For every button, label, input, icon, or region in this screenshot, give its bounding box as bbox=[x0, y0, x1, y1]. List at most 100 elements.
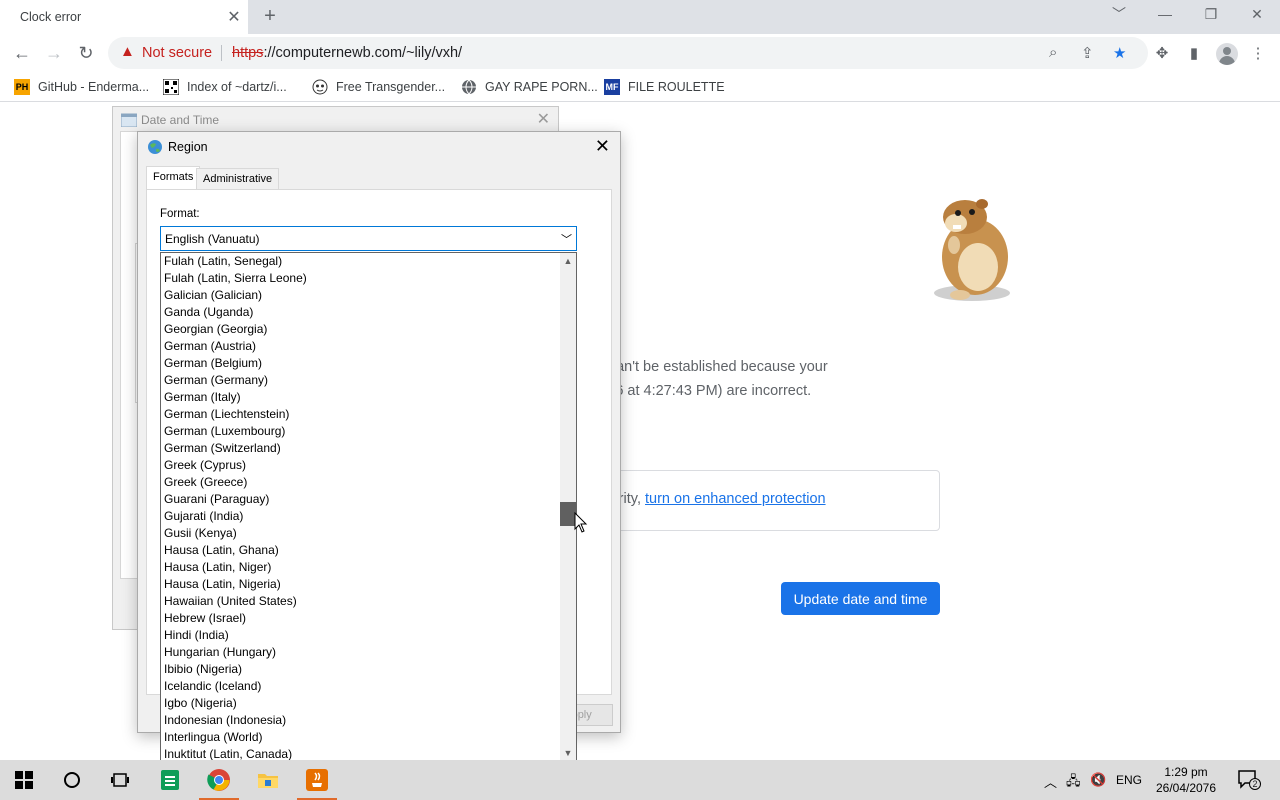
format-option[interactable]: Ganda (Uganda) bbox=[161, 304, 560, 321]
windows-logo-icon bbox=[15, 771, 33, 789]
dropdown-scrollbar[interactable]: ▲ ▼ bbox=[560, 253, 576, 762]
format-selected-value: English (Vanuatu) bbox=[165, 232, 260, 246]
bookmark-item[interactable]: GAY RAPE PORN... bbox=[461, 77, 598, 97]
enhanced-protection-link[interactable]: turn on enhanced protection bbox=[645, 491, 826, 507]
network-icon[interactable]: 🖧 bbox=[1066, 772, 1081, 794]
address-bar[interactable]: ▲ Not secure https://computernewb.com/~l… bbox=[108, 37, 1148, 69]
bookmark-item[interactable]: Free Transgender... bbox=[312, 77, 445, 97]
format-option[interactable]: Hungarian (Hungary) bbox=[161, 644, 560, 661]
tab-formats[interactable]: Formats bbox=[146, 166, 201, 189]
menu-icon[interactable]: ⋮ bbox=[1247, 43, 1269, 65]
format-option[interactable]: Greek (Cyprus) bbox=[161, 457, 560, 474]
not-secure-label[interactable]: Not secure bbox=[142, 45, 212, 61]
bookmark-item[interactable]: Index of ~dartz/i... bbox=[163, 77, 287, 97]
tab-search-icon[interactable]: ﹀ bbox=[1096, 0, 1142, 30]
side-panel-icon[interactable]: ▮ bbox=[1183, 43, 1205, 65]
mouse-cursor-icon bbox=[574, 512, 588, 533]
file-explorer-button[interactable] bbox=[244, 760, 292, 800]
bookmark-item[interactable]: MF FILE ROULETTE bbox=[604, 77, 725, 97]
window-close-button[interactable]: ✕ bbox=[1234, 0, 1280, 30]
mask-icon bbox=[312, 79, 328, 95]
format-option[interactable]: Guarani (Paraguay) bbox=[161, 491, 560, 508]
format-option[interactable]: German (Switzerland) bbox=[161, 440, 560, 457]
format-option[interactable]: Greek (Greece) bbox=[161, 474, 560, 491]
tray-chevron-up-icon[interactable]: ︿ bbox=[1044, 772, 1057, 791]
input-language[interactable]: ENG bbox=[1116, 773, 1142, 787]
format-option[interactable]: Icelandic (Iceland) bbox=[161, 678, 560, 695]
format-option[interactable]: German (Liechtenstein) bbox=[161, 406, 560, 423]
mf-logo-icon: MF bbox=[604, 79, 620, 95]
new-tab-button[interactable]: + bbox=[258, 4, 282, 28]
bookmark-item[interactable]: PH GitHub - Enderma... bbox=[14, 77, 149, 97]
sheets-app-button[interactable] bbox=[146, 760, 194, 800]
bookmark-label: GitHub - Enderma... bbox=[38, 80, 150, 94]
chrome-app-button[interactable] bbox=[195, 760, 243, 800]
format-option[interactable]: Hawaiian (United States) bbox=[161, 593, 560, 610]
format-option[interactable]: Hausa (Latin, Ghana) bbox=[161, 542, 560, 559]
format-dropdown-list[interactable]: Fulah (Latin, Senegal) Fulah (Latin, Sier… bbox=[160, 252, 577, 763]
java-icon bbox=[306, 769, 328, 791]
tab-title: Clock error bbox=[20, 10, 82, 24]
format-option[interactable]: German (Italy) bbox=[161, 389, 560, 406]
format-option[interactable]: Indonesian (Indonesia) bbox=[161, 712, 560, 729]
minimize-button[interactable]: — bbox=[1142, 0, 1188, 30]
back-icon[interactable]: ← bbox=[9, 40, 35, 66]
reload-icon[interactable]: ↻ bbox=[73, 40, 99, 66]
date-time-close-icon[interactable]: ✕ bbox=[537, 109, 550, 129]
format-option[interactable]: German (Germany) bbox=[161, 372, 560, 389]
region-globe-icon bbox=[148, 140, 162, 154]
error-line-1-text: can't be established because your bbox=[604, 359, 828, 375]
folder-icon bbox=[258, 774, 278, 788]
bookmark-star-icon[interactable]: ★ bbox=[1113, 44, 1126, 62]
format-option[interactable]: Hindi (India) bbox=[161, 627, 560, 644]
start-button[interactable] bbox=[0, 760, 48, 800]
browser-tab[interactable]: Clock error ✕ bbox=[0, 0, 248, 34]
profile-avatar[interactable] bbox=[1216, 43, 1238, 65]
restore-button[interactable]: ❐ bbox=[1188, 0, 1234, 30]
chevron-down-icon[interactable]: ﹀ bbox=[561, 231, 572, 247]
share-icon[interactable]: ⇪ bbox=[1081, 44, 1094, 62]
format-option[interactable]: Ibibio (Nigeria) bbox=[161, 661, 560, 678]
format-option[interactable]: Gujarati (India) bbox=[161, 508, 560, 525]
format-option[interactable]: Georgian (Georgia) bbox=[161, 321, 560, 338]
bookmark-label: GAY RAPE PORN... bbox=[485, 80, 598, 94]
search-button[interactable] bbox=[48, 760, 96, 800]
format-option[interactable]: Igbo (Nigeria) bbox=[161, 695, 560, 712]
task-view-icon bbox=[111, 773, 129, 787]
zoom-search-icon[interactable]: ⌕ bbox=[1049, 44, 1057, 61]
volume-muted-icon[interactable]: 🔇 bbox=[1090, 772, 1106, 788]
scroll-up-icon[interactable]: ▲ bbox=[560, 253, 576, 270]
format-option[interactable]: German (Luxembourg) bbox=[161, 423, 560, 440]
url-scheme: https bbox=[232, 45, 264, 61]
format-option[interactable]: Fulah (Latin, Senegal) bbox=[161, 253, 560, 270]
url-rest: ://computernewb.com/~lily/vxh/ bbox=[263, 45, 463, 61]
format-option[interactable]: Galician (Galician) bbox=[161, 287, 560, 304]
format-option[interactable]: German (Austria) bbox=[161, 338, 560, 355]
task-view-button[interactable] bbox=[96, 760, 144, 800]
format-option[interactable]: Fulah (Latin, Sierra Leone) bbox=[161, 270, 560, 287]
format-combobox[interactable]: English (Vanuatu) ﹀ bbox=[160, 226, 577, 251]
format-option[interactable]: Gusii (Kenya) bbox=[161, 525, 560, 542]
clock-date: 26/04/2076 bbox=[1155, 781, 1217, 795]
url-text[interactable]: https://computernewb.com/~lily/vxh/ bbox=[232, 45, 462, 61]
format-option[interactable]: German (Belgium) bbox=[161, 355, 560, 372]
java-app-button[interactable] bbox=[293, 760, 341, 800]
tab-close-icon[interactable]: ✕ bbox=[220, 7, 248, 27]
bookmark-label: FILE ROULETTE bbox=[628, 80, 725, 94]
format-option[interactable]: Hausa (Latin, Niger) bbox=[161, 559, 560, 576]
format-option[interactable]: Interlingua (World) bbox=[161, 729, 560, 746]
hamster-image bbox=[934, 199, 1010, 301]
action-center-button[interactable]: 2 bbox=[1238, 770, 1261, 790]
update-date-time-button[interactable]: Update date and time bbox=[781, 582, 940, 615]
taskbar-clock[interactable]: 1:29 pm 26/04/2076 bbox=[1148, 764, 1224, 796]
format-option[interactable]: Hebrew (Israel) bbox=[161, 610, 560, 627]
browser-toolbar: ← → ↻ ▲ Not secure https://computernewb.… bbox=[0, 34, 1280, 72]
forward-icon[interactable]: → bbox=[41, 40, 67, 66]
bookmarks-bar: PH GitHub - Enderma... Index of ~dartz/i… bbox=[0, 72, 1280, 102]
format-option[interactable]: Hausa (Latin, Nigeria) bbox=[161, 576, 560, 593]
tab-administrative[interactable]: Administrative bbox=[196, 168, 280, 190]
extensions-icon[interactable]: ✥ bbox=[1151, 43, 1173, 65]
omnibox-divider bbox=[221, 45, 222, 61]
date-time-title: Date and Time bbox=[141, 113, 220, 127]
region-close-icon[interactable]: ✕ bbox=[595, 136, 610, 157]
